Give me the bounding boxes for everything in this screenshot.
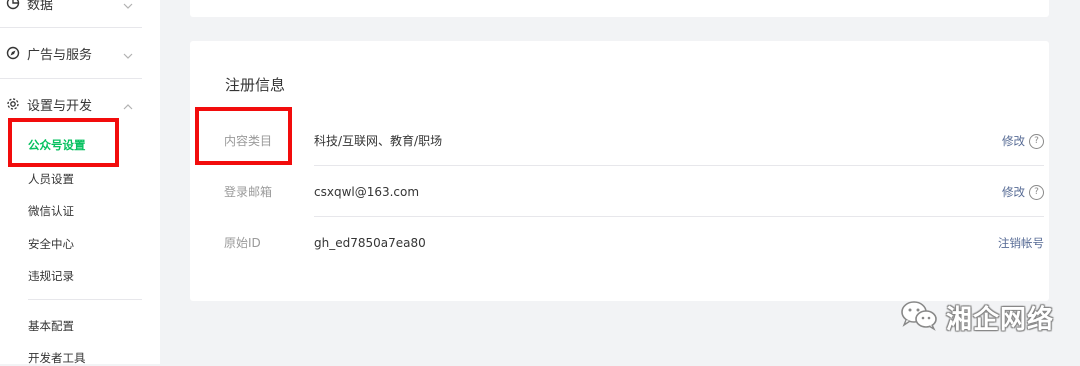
nav-group-label: 数据 [27, 0, 54, 13]
modify-category-link[interactable]: 修改 ? [1002, 116, 1044, 166]
divider [28, 299, 142, 300]
sidebar-item-security-center[interactable]: 安全中心 [28, 236, 74, 252]
sidebar-item-violation-records[interactable]: 违规记录 [28, 268, 74, 284]
action-label: 修改 [1002, 134, 1025, 148]
question-circle-icon[interactable]: ? [1029, 133, 1044, 149]
row-label: 登录邮箱 [224, 185, 273, 199]
action-label: 修改 [1002, 185, 1025, 199]
gear-icon [6, 97, 20, 111]
sidebar-item-staff-settings[interactable]: 人员设置 [28, 171, 74, 187]
question-circle-icon[interactable]: ? [1029, 184, 1044, 200]
watermark: 湘企网络 [900, 296, 1054, 338]
nav-group-label: 设置与开发 [27, 98, 93, 114]
wechat-icon [900, 299, 938, 335]
info-row-category: 内容类目 科技/互联网、教育/职场 修改 ? [224, 116, 1044, 166]
row-value: gh_ed7850a7ea80 [314, 236, 426, 250]
previous-card [190, 0, 1049, 17]
divider [314, 165, 1044, 166]
chart-pie-icon [6, 0, 20, 10]
watermark-text: 湘企网络 [946, 304, 1055, 335]
highlight-box [195, 107, 292, 165]
nav-group-ads[interactable]: 广告与服务 [0, 28, 142, 78]
registration-card: 注册信息 内容类目 科技/互联网、教育/职场 修改 ? 登录邮箱 csxqwl@… [190, 41, 1049, 301]
info-row-email: 登录邮箱 csxqwl@163.com 修改 ? [224, 167, 1044, 217]
chevron-down-icon [122, 0, 134, 9]
chevron-down-icon [122, 47, 134, 59]
card-title: 注册信息 [225, 76, 286, 94]
modify-email-link[interactable]: 修改 ? [1002, 167, 1044, 217]
chevron-up-icon [122, 98, 134, 110]
row-value: csxqwl@163.com [314, 185, 420, 199]
deregister-account-link[interactable]: 注销帐号 [998, 218, 1044, 268]
nav-group-data[interactable]: 数据 [0, 0, 142, 28]
row-value: 科技/互联网、教育/职场 [314, 134, 443, 148]
sidebar-item-basic-config[interactable]: 基本配置 [28, 318, 74, 334]
nav-group-label: 广告与服务 [27, 47, 93, 63]
compass-icon [6, 46, 20, 60]
action-label: 注销帐号 [998, 236, 1044, 250]
sidebar-item-wechat-verification[interactable]: 微信认证 [28, 203, 74, 219]
divider [314, 216, 1044, 217]
info-row-original-id: 原始ID gh_ed7850a7ea80 注销帐号 [224, 218, 1044, 268]
sidebar: 数据 广告与服务 设置与开发 公众号设置 人员设置 微信认证 安全中心 违规记录… [0, 0, 160, 365]
row-label: 原始ID [224, 236, 261, 250]
highlight-box [8, 118, 119, 167]
